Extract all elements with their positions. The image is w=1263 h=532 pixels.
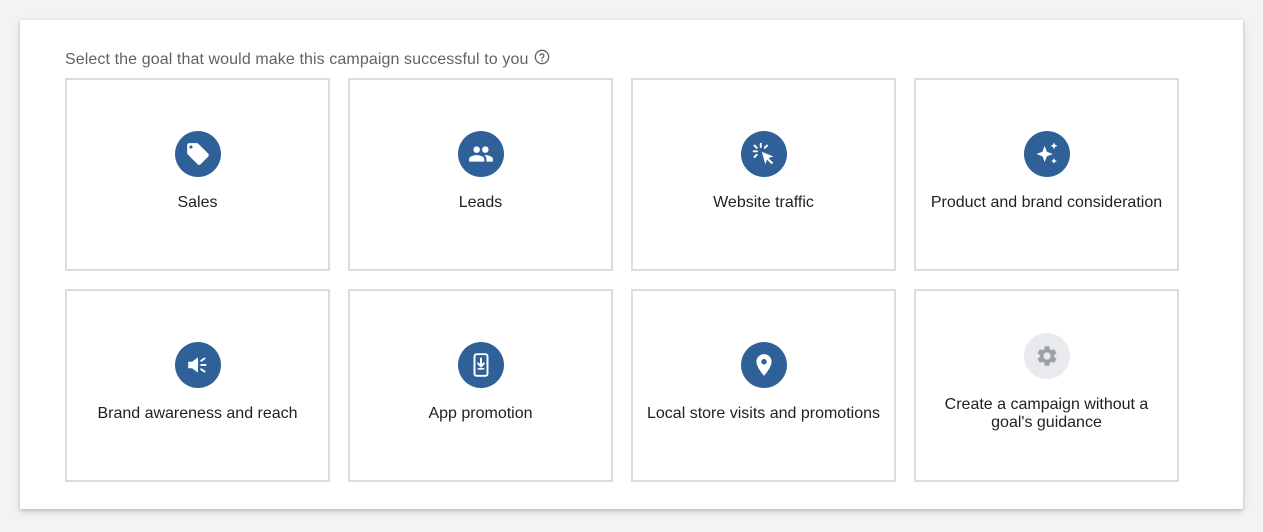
goal-card-label: Brand awareness and reach	[97, 405, 298, 422]
goal-card-label: Website traffic	[713, 194, 814, 211]
goal-card-label: Leads	[458, 194, 503, 211]
tag-icon	[174, 131, 221, 177]
goal-card-label: Local store visits and promotions	[647, 405, 880, 422]
phone-download-icon	[457, 342, 504, 388]
goal-card-product-brand-consideration[interactable]: Product and brand consideration	[914, 78, 1179, 271]
goal-card-app-promotion[interactable]: App promotion	[348, 289, 613, 482]
goal-prompt-text: Select the goal that would make this cam…	[65, 51, 529, 68]
megaphone-icon	[174, 342, 221, 388]
gear-icon	[1023, 333, 1070, 379]
goal-selection-panel: Select the goal that would make this cam…	[20, 20, 1243, 509]
cursor-click-icon	[740, 131, 787, 177]
goal-card-label: App promotion	[428, 405, 533, 422]
goal-card-label: Create a campaign without a goal's guida…	[944, 396, 1149, 431]
help-circle-icon[interactable]	[534, 49, 550, 65]
goal-card-label: Sales	[177, 194, 218, 211]
goal-card-leads[interactable]: Leads	[348, 78, 613, 271]
people-icon	[457, 131, 504, 177]
goal-card-local-store-visits[interactable]: Local store visits and promotions	[631, 289, 896, 482]
sparkle-icon	[1023, 131, 1070, 177]
goal-card-brand-awareness-reach[interactable]: Brand awareness and reach	[65, 289, 330, 482]
location-pin-icon	[740, 342, 787, 388]
goal-prompt: Select the goal that would make this cam…	[65, 49, 550, 71]
goal-card-label: Product and brand consideration	[930, 194, 1163, 211]
goal-card-no-goal[interactable]: Create a campaign without a goal's guida…	[914, 289, 1179, 482]
goal-card-sales[interactable]: Sales	[65, 78, 330, 271]
goal-grid: Sales Leads Website traffic Product and …	[65, 78, 1179, 482]
goal-card-website-traffic[interactable]: Website traffic	[631, 78, 896, 271]
